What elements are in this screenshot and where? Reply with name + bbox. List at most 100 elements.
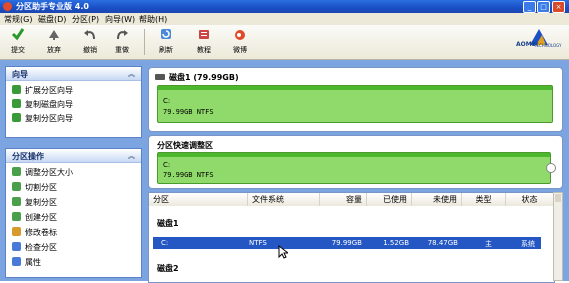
wizard-copy-partition[interactable]: 复制分区向导	[12, 113, 73, 125]
table-row[interactable]: C: NTFS 79.99GB 1.52GB 78.47GB 主 系统	[153, 237, 541, 249]
col-filesystem[interactable]: 文件系统	[248, 193, 320, 206]
split-icon	[12, 182, 21, 191]
op-change-label[interactable]: 修改卷标	[12, 227, 57, 239]
wizard-icon	[12, 99, 21, 108]
right-panel: 磁盘1 (79.99GB) C: 79.99GB NTFS 分区快速调整区 C:…	[145, 60, 569, 283]
resize-handle[interactable]	[546, 163, 556, 173]
row-filesystem: NTFS	[249, 239, 267, 247]
partition-ops-title: 分区操作	[12, 152, 44, 161]
op-check-partition[interactable]: 检查分区	[12, 242, 57, 254]
row-type: 主	[485, 240, 492, 248]
wizard-group: 向导 ︽ 扩展分区向导 复制磁盘向导 复制分区向导	[5, 66, 142, 138]
partition-info: 79.99GB NTFS	[163, 108, 214, 116]
partition-table: 分区 文件系统 容量 已使用 未使用 类型 状态 磁盘1 C: NTFS 79.…	[148, 192, 555, 283]
collapse-chevron-icon[interactable]: ︽	[128, 69, 135, 79]
scroll-up-arrow-icon[interactable]	[555, 194, 561, 202]
op-resize-partition[interactable]: 调整分区大小	[12, 167, 73, 179]
logo-subtext: TECHNOLOGY	[534, 43, 562, 48]
aomei-logo: AOMEI TECHNOLOGY	[494, 27, 564, 57]
col-type[interactable]: 类型	[462, 193, 506, 206]
title-bar: 分区助手专业版 4.0 _ □ ×	[0, 0, 569, 13]
quick-adjust-header: 分区快速调整区	[157, 141, 213, 150]
app-icon	[3, 2, 12, 11]
discard-button[interactable]: 放弃	[40, 27, 68, 55]
wizard-icon	[12, 85, 21, 94]
weibo-icon	[235, 30, 245, 40]
undo-icon	[84, 30, 95, 40]
op-split-partition[interactable]: 切割分区	[12, 182, 57, 194]
wizard-copy-disk[interactable]: 复制磁盘向导	[12, 99, 73, 111]
weibo-label: 微博	[233, 46, 247, 54]
menu-general[interactable]: 常规(G)	[4, 14, 32, 25]
maximize-button[interactable]: □	[537, 1, 550, 13]
menu-partition[interactable]: 分区(P)	[72, 14, 99, 25]
window-title: 分区助手专业版 4.0	[16, 2, 89, 11]
submit-label: 提交	[11, 46, 25, 54]
partition-letter: C:	[163, 161, 171, 169]
partition-ops-header[interactable]: 分区操作 ︽	[6, 149, 141, 163]
row-used: 1.52GB	[383, 239, 409, 247]
create-icon	[12, 212, 21, 221]
op-properties[interactable]: 属性	[12, 257, 41, 269]
tutorial-label: 教程	[197, 46, 211, 54]
tutorial-button[interactable]: 教程	[190, 27, 218, 55]
used-space-strip	[158, 86, 552, 90]
redo-label: 重做	[115, 46, 129, 54]
col-used[interactable]: 已使用	[367, 193, 412, 206]
partition-info: 79.99GB NTFS	[163, 171, 214, 179]
partition-letter: C:	[163, 97, 171, 105]
label-icon	[12, 227, 21, 236]
col-partition[interactable]: 分区	[149, 193, 248, 206]
disk1-group-label: 磁盘1	[157, 219, 179, 228]
redo-icon	[117, 30, 128, 40]
submit-button[interactable]: 提交	[4, 27, 32, 55]
menu-help[interactable]: 帮助(H)	[139, 14, 167, 25]
minimize-button[interactable]: _	[523, 1, 536, 13]
used-space-strip	[158, 153, 550, 157]
disk1-map: 磁盘1 (79.99GB) C: 79.99GB NTFS	[148, 67, 563, 132]
toolbar-separator	[144, 29, 145, 55]
tutorial-icon	[199, 30, 209, 39]
wizard-group-title: 向导	[12, 70, 28, 79]
row-unused: 78.47GB	[427, 239, 458, 247]
col-capacity[interactable]: 容量	[320, 193, 367, 206]
properties-icon	[12, 257, 21, 266]
quick-partition-bar[interactable]: C: 79.99GB NTFS	[157, 152, 551, 184]
col-status[interactable]: 状态	[506, 193, 554, 206]
op-create-partition[interactable]: 创建分区	[12, 212, 57, 224]
row-partition: C:	[161, 239, 169, 247]
disk-icon	[155, 74, 165, 80]
wizard-extend-partition[interactable]: 扩展分区向导	[12, 85, 73, 97]
copy-icon	[12, 197, 21, 206]
menu-bar: 常规(G) 磁盘(D) 分区(P) 向导(W) 帮助(H)	[0, 13, 569, 25]
quick-adjust-area: 分区快速调整区 C: 79.99GB NTFS	[148, 135, 563, 189]
discard-icon	[49, 30, 59, 40]
check-icon	[11, 28, 25, 41]
left-panel: 向导 ︽ 扩展分区向导 复制磁盘向导 复制分区向导 分区操作 ︽ 调整分区大小 …	[0, 60, 145, 281]
redo-button[interactable]: 重做	[108, 27, 136, 55]
collapse-chevron-icon[interactable]: ︽	[128, 151, 135, 161]
refresh-button[interactable]: 刷新	[152, 27, 180, 55]
resize-icon	[12, 167, 21, 176]
discard-label: 放弃	[47, 46, 61, 54]
menu-wizard[interactable]: 向导(W)	[105, 14, 135, 25]
refresh-label: 刷新	[159, 46, 173, 54]
weibo-button[interactable]: 微博	[226, 27, 254, 55]
op-copy-partition[interactable]: 复制分区	[12, 197, 57, 209]
undo-button[interactable]: 撤销	[76, 27, 104, 55]
toolbar: 提交 放弃 撤销 重做 刷新 教程 微博 AOMEI TECHNOLOGY	[0, 25, 569, 60]
wizard-group-header[interactable]: 向导 ︽	[6, 67, 141, 81]
refresh-icon	[161, 29, 171, 39]
mouse-cursor-icon	[278, 245, 288, 259]
menu-disk[interactable]: 磁盘(D)	[38, 14, 66, 25]
row-capacity: 79.99GB	[331, 239, 362, 247]
disk2-group-label: 磁盘2	[157, 264, 179, 273]
check-disk-icon	[12, 242, 21, 251]
partition-ops-group: 分区操作 ︽ 调整分区大小 切割分区 复制分区 创建分区 修改卷标 检查分区 属…	[5, 148, 142, 278]
close-button[interactable]: ×	[552, 1, 565, 13]
wizard-icon	[12, 113, 21, 122]
table-scrollbar[interactable]	[553, 192, 563, 281]
partition-c-bar[interactable]: C: 79.99GB NTFS	[157, 85, 553, 123]
row-status: 系统	[521, 240, 535, 248]
col-unused[interactable]: 未使用	[412, 193, 462, 206]
